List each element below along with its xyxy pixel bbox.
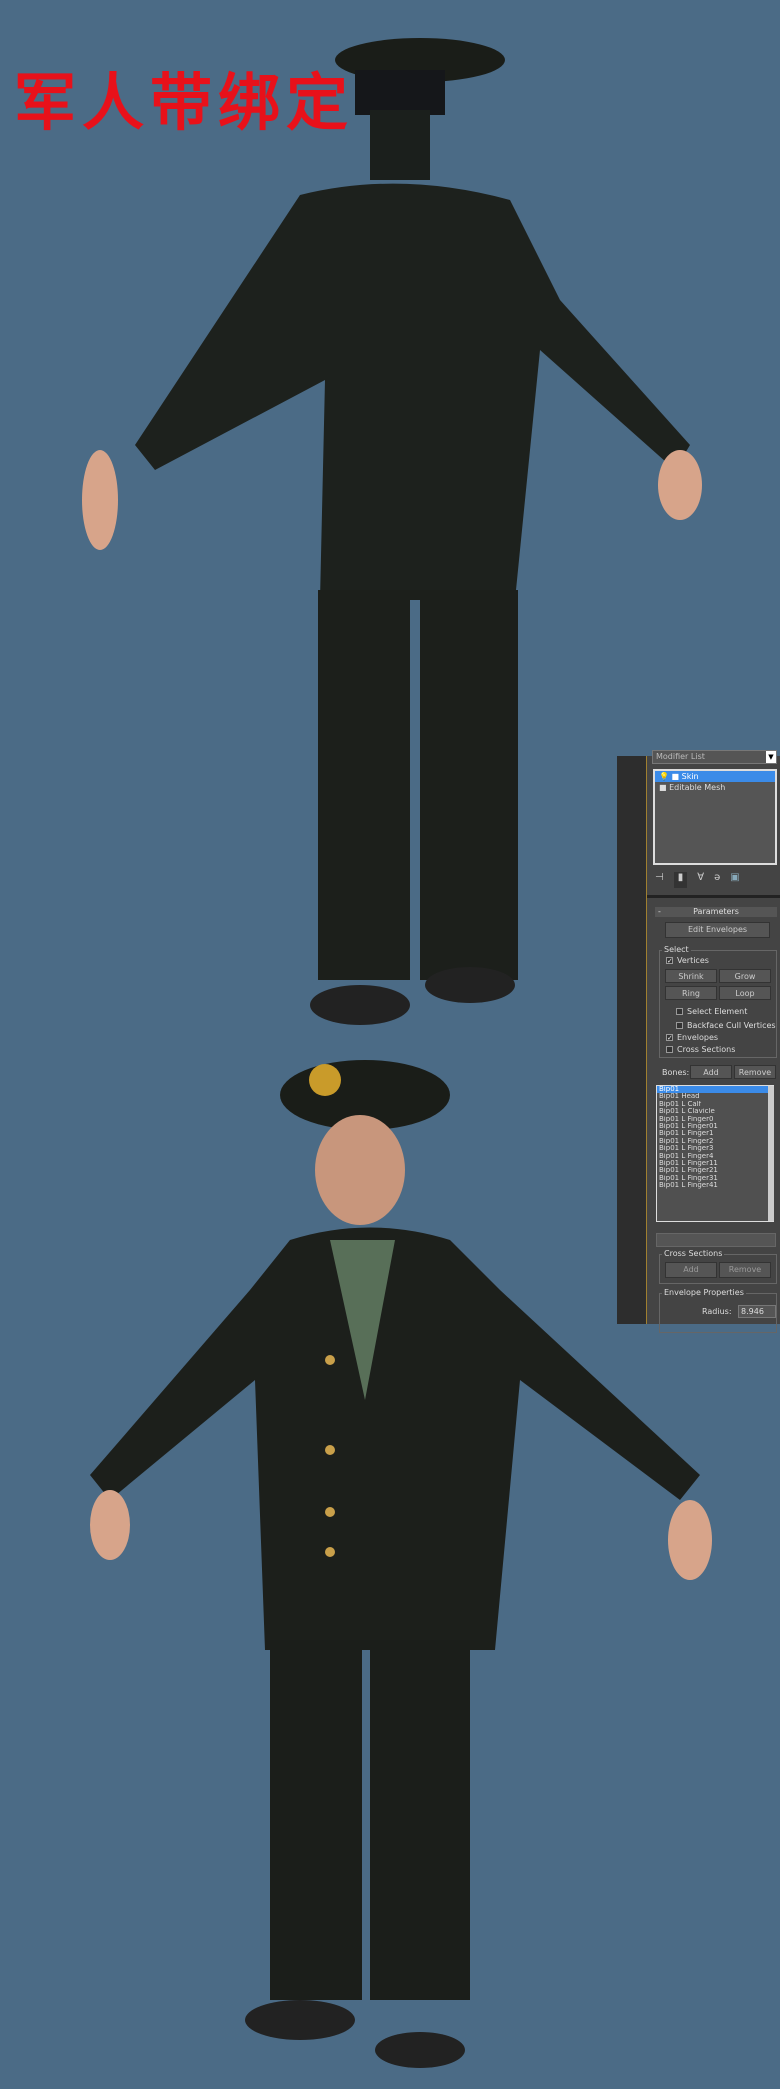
bone-item[interactable]: Bip01 L Finger11: [657, 1160, 773, 1167]
chevron-down-icon[interactable]: ▼: [766, 751, 776, 763]
stack-item-skin[interactable]: 💡 ■ Skin: [655, 771, 775, 782]
bone-item[interactable]: Bip01 L Finger21: [657, 1167, 773, 1174]
bone-item[interactable]: Bip01 L Finger4: [657, 1153, 773, 1160]
add-bone-button[interactable]: Add: [690, 1065, 732, 1079]
bone-name-field[interactable]: [656, 1233, 776, 1247]
panel-strip: [617, 756, 647, 1324]
bone-item[interactable]: Bip01 Head: [657, 1093, 773, 1100]
pin-stack-icon[interactable]: ⊣: [655, 872, 664, 888]
vertices-checkbox[interactable]: ✓ Vertices: [666, 956, 709, 965]
shrink-button[interactable]: Shrink: [665, 969, 717, 983]
modifier-stack: 💡 ■ Skin ■ Editable Mesh: [653, 769, 777, 865]
stack-item-editable-mesh[interactable]: ■ Editable Mesh: [655, 782, 775, 793]
stack-toolbar: ⊣ ▮ ∀ ǝ ▣: [655, 872, 777, 888]
backface-cull-checkbox[interactable]: Backface Cull Vertices: [676, 1021, 776, 1030]
bone-item[interactable]: Bip01 L Finger2: [657, 1138, 773, 1145]
bone-item[interactable]: Bip01 L Calf: [657, 1101, 773, 1108]
remove-cross-section-button[interactable]: Remove: [719, 1262, 771, 1278]
modifier-list-dropdown[interactable]: Modifier List ▼: [652, 750, 777, 764]
soldier-back-view: [82, 38, 702, 1025]
bones-scrollbar[interactable]: [768, 1086, 774, 1221]
bone-item[interactable]: Bip01 L Finger0: [657, 1116, 773, 1123]
add-cross-section-button[interactable]: Add: [665, 1262, 717, 1278]
ring-button[interactable]: Ring: [665, 986, 717, 1000]
radius-spinner[interactable]: 8.946: [738, 1305, 776, 1318]
bone-item[interactable]: Bip01 L Finger41: [657, 1182, 773, 1189]
bones-label: Bones:: [662, 1068, 690, 1077]
edit-envelopes-button[interactable]: Edit Envelopes: [665, 922, 770, 938]
show-end-result-icon[interactable]: ▮: [673, 872, 688, 888]
remove-bone-button[interactable]: Remove: [734, 1065, 776, 1079]
bones-list[interactable]: Bip01 Bip01 Head Bip01 L Calf Bip01 L Clavi…: [656, 1085, 774, 1222]
envelopes-checkbox[interactable]: ✓ Envelopes: [666, 1033, 718, 1042]
configure-modifier-sets-icon[interactable]: ▣: [730, 872, 739, 888]
remove-modifier-icon[interactable]: ǝ: [714, 872, 720, 888]
bone-item[interactable]: Bip01 L Finger1: [657, 1130, 773, 1137]
radius-label: Radius:: [702, 1307, 732, 1316]
bone-item[interactable]: Bip01 L Finger3: [657, 1145, 773, 1152]
loop-button[interactable]: Loop: [719, 986, 771, 1000]
make-unique-icon[interactable]: ∀: [697, 872, 704, 888]
command-panel: Modifier List ▼ 💡 ■ Skin ■ Editable Mesh …: [617, 750, 780, 1333]
select-group-label: Select: [662, 945, 691, 954]
grow-button[interactable]: Grow: [719, 969, 771, 983]
parameters-rollout-header[interactable]: - Parameters: [655, 907, 777, 917]
bone-item[interactable]: Bip01: [657, 1086, 773, 1094]
select-element-checkbox[interactable]: Select Element: [676, 1007, 747, 1016]
bone-item[interactable]: Bip01 L Finger01: [657, 1123, 773, 1130]
bone-item[interactable]: Bip01 L Clavicle: [657, 1108, 773, 1115]
cross-sections-checkbox[interactable]: Cross Sections: [666, 1045, 735, 1054]
bone-item[interactable]: Bip01 L Finger31: [657, 1175, 773, 1182]
